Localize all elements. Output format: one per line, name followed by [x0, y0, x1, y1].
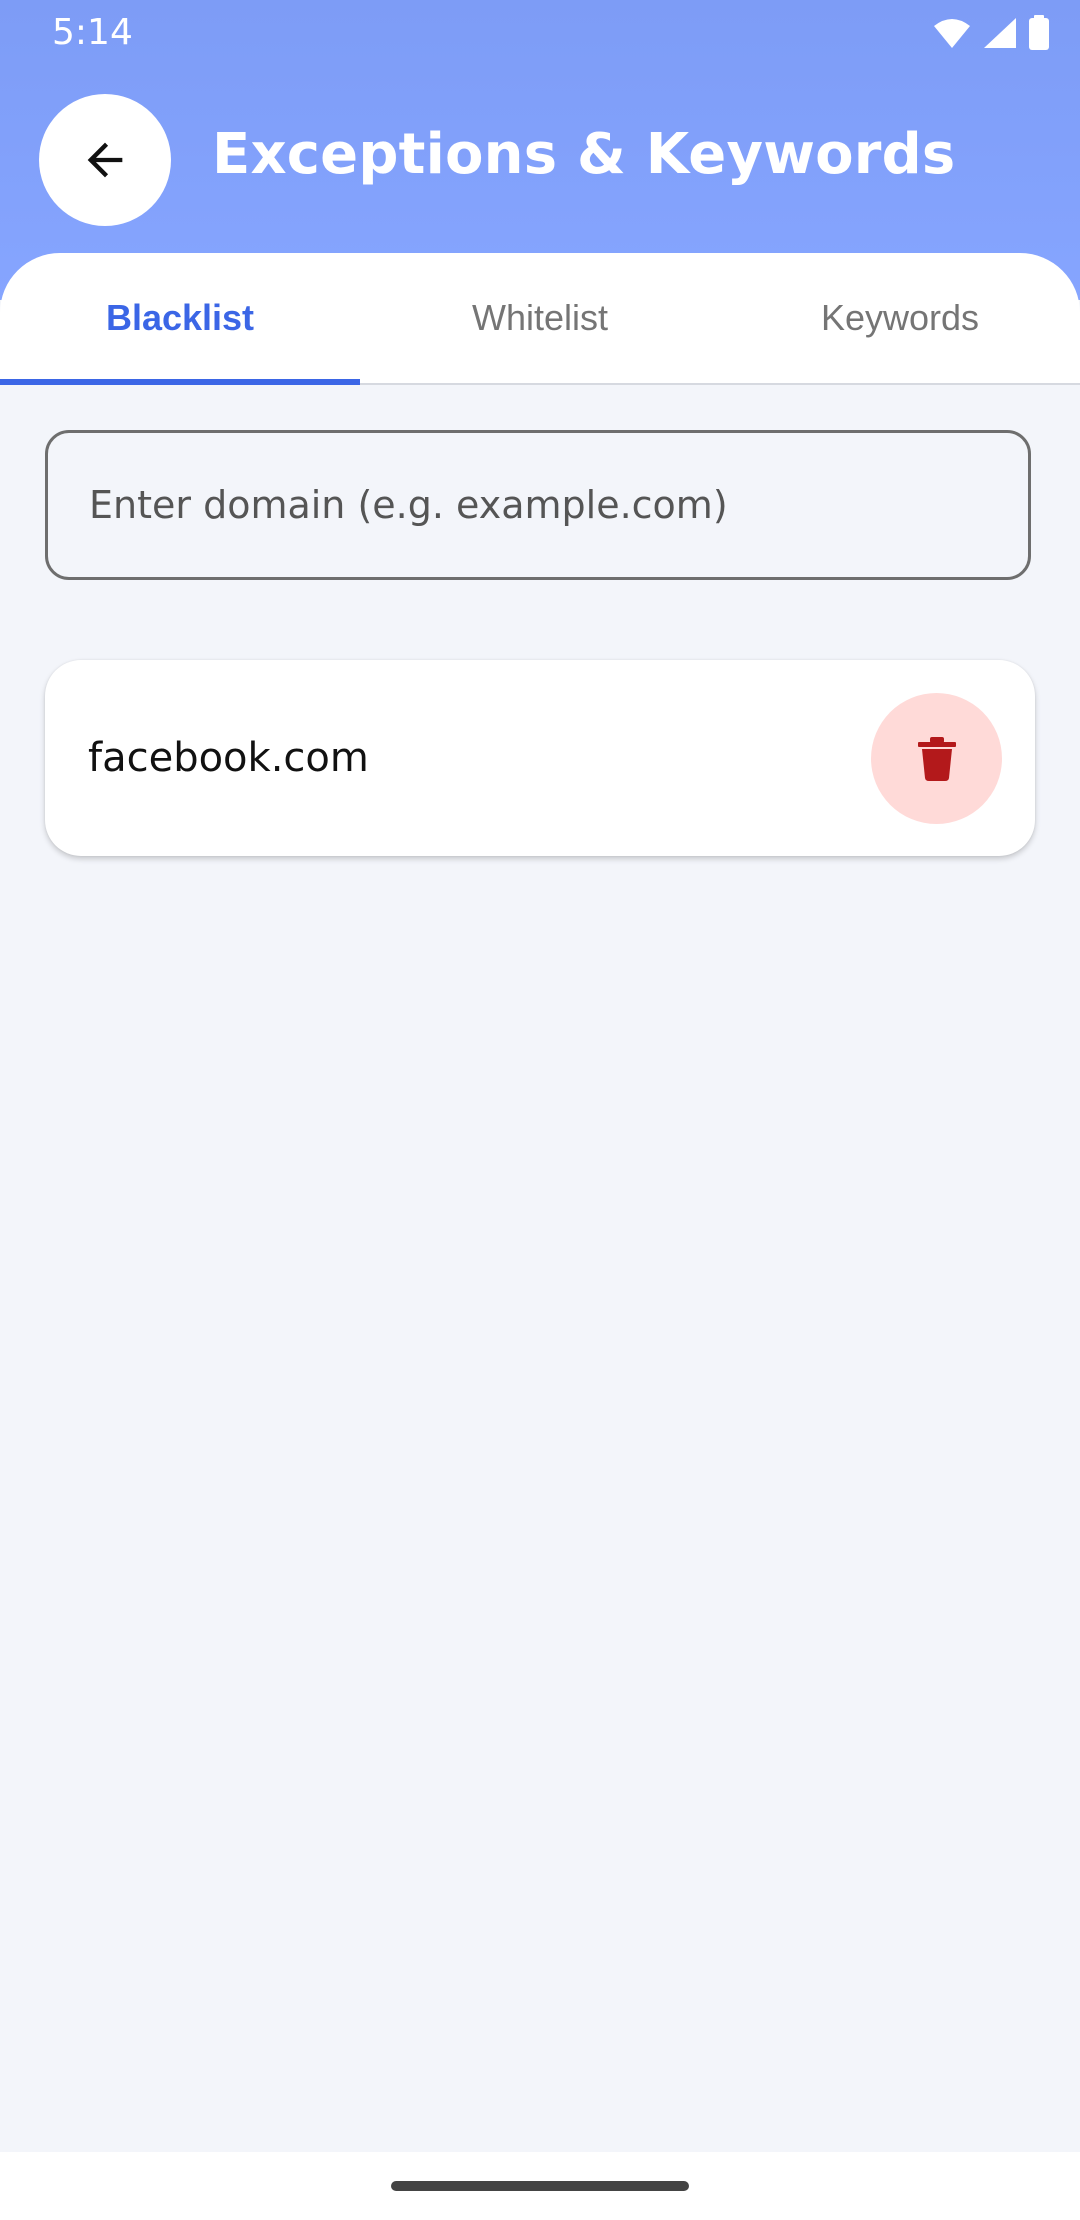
back-button[interactable] — [39, 94, 171, 226]
cellular-icon — [984, 18, 1016, 48]
active-tab-indicator — [0, 379, 360, 385]
status-bar: 5:14 — [0, 0, 1080, 66]
arrow-left-icon — [87, 142, 123, 178]
tab-blacklist[interactable]: Blacklist — [0, 253, 360, 383]
tab-whitelist[interactable]: Whitelist — [360, 253, 720, 383]
list-item: facebook.com — [45, 660, 1035, 856]
wifi-icon — [934, 19, 970, 48]
status-time: 5:14 — [52, 12, 133, 53]
tab-bar: Blacklist Whitelist Keywords — [0, 253, 1080, 385]
status-icons — [932, 14, 1050, 52]
domain-label: facebook.com — [88, 735, 369, 781]
delete-button[interactable] — [871, 693, 1002, 824]
trash-icon — [917, 736, 956, 781]
tab-keywords[interactable]: Keywords — [720, 253, 1080, 383]
page-title: Exceptions & Keywords — [212, 122, 956, 187]
domain-input[interactable] — [45, 430, 1031, 580]
battery-icon — [1029, 15, 1049, 50]
home-indicator[interactable] — [391, 2181, 689, 2191]
